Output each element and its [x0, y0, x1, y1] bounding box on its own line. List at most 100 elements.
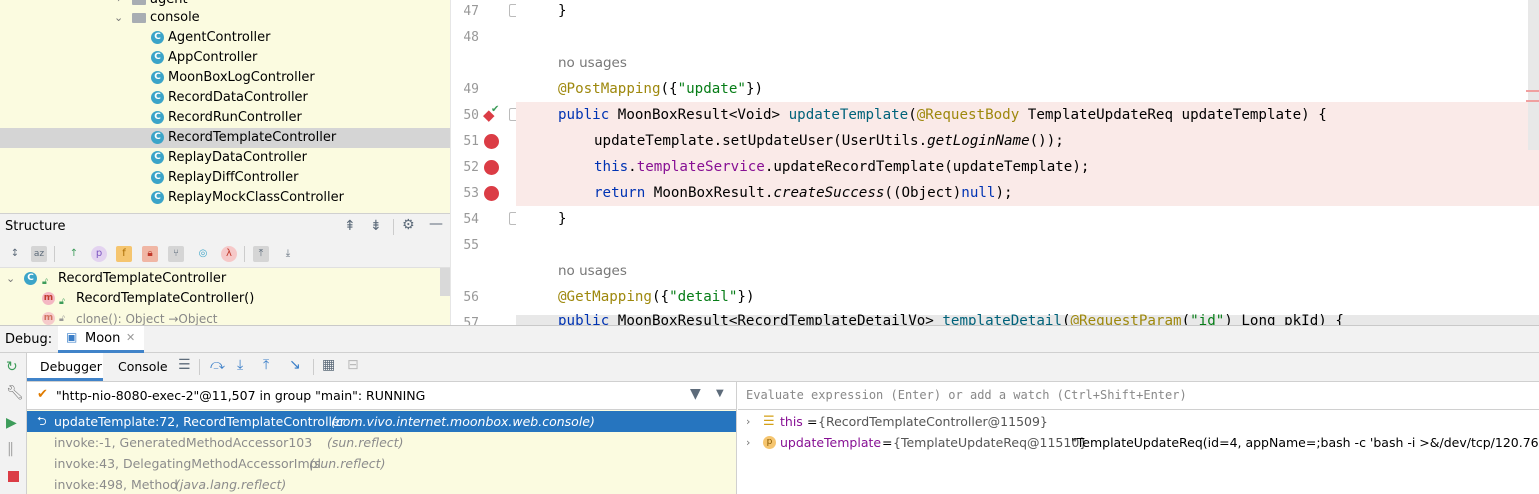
tree-item-class[interactable]: C AppController: [0, 48, 450, 68]
code-line: }: [558, 3, 567, 19]
code-line: this.templateService.updateRecordTemplat…: [594, 159, 1090, 175]
field-icon[interactable]: f: [116, 246, 132, 262]
chevron-right-icon[interactable]: ›: [746, 432, 750, 453]
structure-member[interactable]: m 🔓︎ clone(): Object →Object: [0, 309, 450, 325]
variable-row[interactable]: › p updateTemplate = {TemplateUpdateReq@…: [738, 432, 1539, 453]
close-icon[interactable]: ✕: [126, 331, 135, 344]
class-icon: C: [151, 71, 164, 84]
lambda-icon[interactable]: λ: [221, 246, 237, 262]
divider: [313, 359, 314, 375]
tree-item-class[interactable]: C ReplayDiffController: [0, 168, 450, 188]
line-number: 52: [463, 160, 479, 175]
structure-member[interactable]: m 🔓︎ RecordTemplateController(): [0, 289, 450, 309]
step-into-icon[interactable]: ⤓: [237, 357, 243, 373]
line-number: 50: [463, 108, 479, 123]
chevron-down-icon[interactable]: ⌄: [114, 8, 123, 28]
code-line: @PostMapping({"update"}): [558, 81, 764, 97]
frames-panel: ✔ "http-nio-8080-exec-2"@11,507 in group…: [27, 382, 737, 494]
chevron-right-icon[interactable]: ›: [746, 411, 750, 432]
code-line: public MoonBoxResult<RecordTemplateDetai…: [558, 313, 1344, 325]
debugger-toolbar: Debugger Console ☰ ⤼ ⤓ ⤒ ↘ ▦ ⊟: [27, 353, 1539, 382]
debug-side-toolbar: ↻ 🔧︎ ▶ ‖: [0, 353, 27, 494]
chevron-down-icon[interactable]: ⌄: [6, 269, 15, 289]
vertical-scrollbar[interactable]: [1528, 0, 1539, 150]
run-to-cursor-icon[interactable]: ↘: [289, 357, 301, 373]
sort-alpha-icon[interactable]: az: [31, 246, 47, 262]
structure-toolbar: ↕ az ↑ p f 🔒︎ ⑂ ◎ λ ⤒ ⤓: [0, 240, 450, 268]
inherited-icon[interactable]: ↑: [66, 246, 82, 262]
divider: [199, 359, 200, 375]
stop-icon[interactable]: [8, 471, 19, 482]
divider: [54, 246, 55, 262]
breakpoint-icon[interactable]: [484, 160, 499, 175]
table-icon[interactable]: ▦: [322, 357, 335, 373]
thread-label: "http-nio-8080-exec-2"@11,507 in group "…: [56, 388, 426, 403]
sort-visibility-icon[interactable]: ↕: [7, 246, 23, 262]
tree-item-class[interactable]: C ReplayDataController: [0, 148, 450, 168]
editor-gutter: 47 48 49 50 51 52 53 54 55 56 57 ◆ ✔: [450, 0, 520, 331]
frame-row[interactable]: invoke:-1, GeneratedMethodAccessor103 (s…: [27, 432, 736, 453]
evaluate-expression-input[interactable]: Evaluate expression (Enter) or add a wat…: [738, 382, 1539, 410]
breakpoint-icon[interactable]: [484, 134, 499, 149]
hierarchy-icon[interactable]: ⑂: [168, 246, 184, 262]
tree-item-class[interactable]: C RecordRunController: [0, 108, 450, 128]
return-icon: ⮌: [37, 414, 47, 428]
frame-row[interactable]: invoke:43, DelegatingMethodAccessorImpl …: [27, 453, 736, 474]
session-name: Moon: [85, 331, 121, 346]
usages-hint[interactable]: no usages: [558, 50, 627, 76]
tree-item-class-selected[interactable]: C RecordTemplateController: [0, 128, 450, 148]
tree-item-class[interactable]: C AgentController: [0, 28, 450, 48]
code-line: }: [558, 211, 567, 227]
structure-tree: ⌄ C 🔓︎ RecordTemplateController m 🔓︎ Rec…: [0, 268, 450, 325]
autoscroll-to-source-icon[interactable]: ⤒: [253, 246, 269, 262]
debug-session-tab[interactable]: ▣ Moon ✕: [58, 326, 144, 353]
tree-item-class[interactable]: C RecordDataController: [0, 88, 450, 108]
method-icon: m: [42, 312, 55, 325]
line-number: 53: [463, 186, 479, 201]
autoscroll-from-source-icon[interactable]: ⤓: [280, 246, 296, 262]
breakpoint-icon[interactable]: [484, 186, 499, 201]
code-editor[interactable]: } no usages @PostMapping({"update"}) pub…: [516, 0, 1539, 325]
structure-header: Structure ⇞ ⇟ ⚙ —: [0, 213, 450, 240]
property-icon[interactable]: p: [91, 246, 107, 262]
gear-icon[interactable]: ⚙: [402, 217, 415, 233]
line-number: 55: [463, 238, 479, 253]
frame-row[interactable]: invoke:498, Method (java.lang.reflect): [27, 474, 736, 494]
wrench-icon[interactable]: 🔧︎: [6, 385, 24, 401]
tree-item-class[interactable]: C ReplayMockClassController: [0, 188, 450, 208]
scrollbar[interactable]: [440, 268, 450, 296]
collapse-all-icon[interactable]: ⇟: [370, 218, 382, 234]
variable-row[interactable]: › ☰ this = {RecordTemplateController@115…: [738, 411, 1539, 432]
frame-row-selected[interactable]: ⮌ updateTemplate:72, RecordTemplateContr…: [27, 411, 736, 432]
tab-debugger[interactable]: Debugger: [27, 353, 103, 381]
tree-item-class[interactable]: C MoonBoxLogController: [0, 68, 450, 88]
debug-header: Debug: ▣ Moon ✕: [0, 325, 1539, 353]
chevron-down-icon[interactable]: ▼: [716, 388, 724, 399]
anonymous-class-icon[interactable]: ◎: [195, 246, 211, 262]
lock-icon[interactable]: 🔒︎: [142, 246, 158, 262]
usages-hint[interactable]: no usages: [558, 258, 627, 284]
checkmark-icon: ✔: [491, 104, 500, 115]
menu-lines-icon[interactable]: ☰: [178, 357, 191, 373]
checkmark-icon: ✔: [37, 387, 48, 402]
step-over-icon[interactable]: ⤼: [210, 357, 225, 373]
parameter-icon: p: [763, 436, 776, 449]
class-icon: C: [151, 131, 164, 144]
structure-root[interactable]: ⌄ C 🔓︎ RecordTemplateController: [0, 269, 450, 289]
step-out-icon[interactable]: ⤒: [263, 357, 269, 373]
resume-icon[interactable]: ▶: [6, 415, 17, 431]
thread-selector[interactable]: ✔ "http-nio-8080-exec-2"@11,507 in group…: [27, 382, 736, 410]
minimize-icon[interactable]: —: [429, 216, 443, 232]
tree-item-console[interactable]: ⌄ console: [0, 8, 450, 28]
divider: [244, 246, 245, 262]
layout-icon[interactable]: ⊟: [347, 357, 359, 373]
expand-all-icon[interactable]: ⇞: [344, 218, 356, 234]
filter-icon[interactable]: ▼: [690, 386, 701, 402]
folder-icon: [132, 13, 146, 23]
method-icon: m: [42, 292, 55, 305]
line-number: 54: [463, 212, 479, 227]
rerun-icon[interactable]: ↻: [6, 359, 18, 375]
tab-console[interactable]: Console: [103, 353, 173, 381]
class-icon: C: [151, 51, 164, 64]
pause-icon[interactable]: ‖: [7, 441, 14, 457]
